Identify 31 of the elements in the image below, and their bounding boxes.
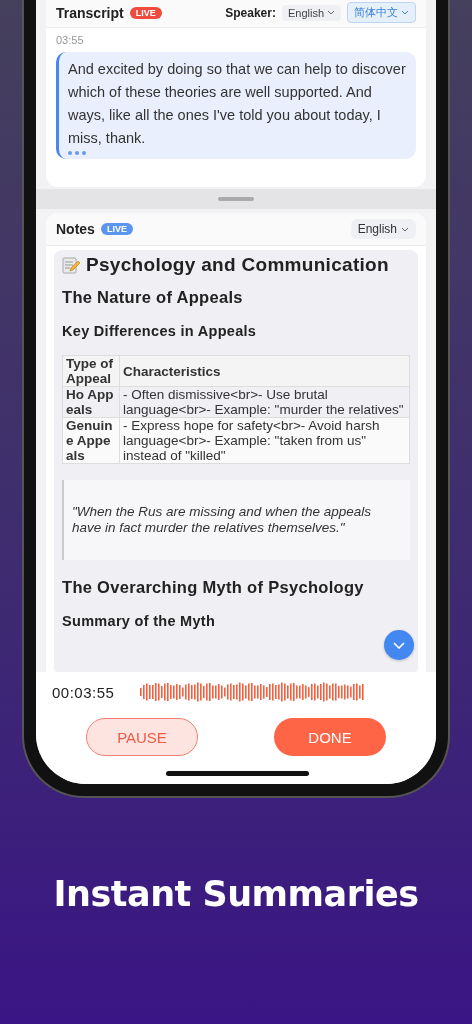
- table-cell: Ho Appeals: [62, 386, 120, 418]
- section-heading: The Nature of Appeals: [62, 288, 244, 307]
- memo-icon: [62, 256, 80, 274]
- panel-title: Notes: [56, 221, 95, 237]
- chevron-icon: [327, 10, 335, 15]
- note-title: Psychology and Communication: [86, 254, 389, 276]
- column-header: Characteristics: [119, 355, 410, 387]
- table-cell: - Express hope for safety<br>- Avoid harsh language<br>- Example: "taken from us" instead of "killed": [119, 417, 410, 464]
- speaker-label: Speaker:: [225, 5, 276, 20]
- pause-button[interactable]: PAUSE: [86, 718, 198, 756]
- table-cell: - Often dismissive<br>- Use brutal language<br>- Example: "murder the relatives": [119, 386, 410, 418]
- caption-text: Instant Summaries: [53, 874, 419, 914]
- transcript-text: And excited by doing so that we can help to discover which of these theories are well supported. And ways, like all the ones I've told you about today, I miss, thank.: [68, 60, 406, 148]
- column-header: Type of Appeal: [62, 355, 120, 387]
- live-badge: LIVE: [100, 223, 133, 235]
- chevron-icon: [401, 10, 409, 15]
- chevron-icon: [401, 226, 409, 232]
- subsection-heading: Summary of the Myth: [62, 613, 217, 629]
- done-button[interactable]: DONE: [274, 718, 386, 756]
- timestamp: 03:55: [56, 34, 85, 46]
- quote-text: "When the Rus are missing and when the appeals have in fact murder the relatives themselves.": [62, 480, 410, 560]
- subsection-heading: Key Differences in Appeals: [62, 323, 258, 339]
- language-dropdown[interactable]: English: [350, 219, 416, 239]
- live-badge: LIVE: [129, 6, 162, 19]
- language-dropdown[interactable]: English: [281, 4, 341, 21]
- table-cell: Genuine Appeals: [62, 417, 120, 464]
- section-heading: The Overarching Myth of Psychology: [62, 578, 365, 597]
- translation-dropdown[interactable]: 简体中文: [347, 2, 416, 23]
- chevron-down-icon: [393, 641, 405, 649]
- elapsed-time: 00:03:55: [52, 683, 115, 701]
- panel-title: Transcript: [56, 4, 124, 21]
